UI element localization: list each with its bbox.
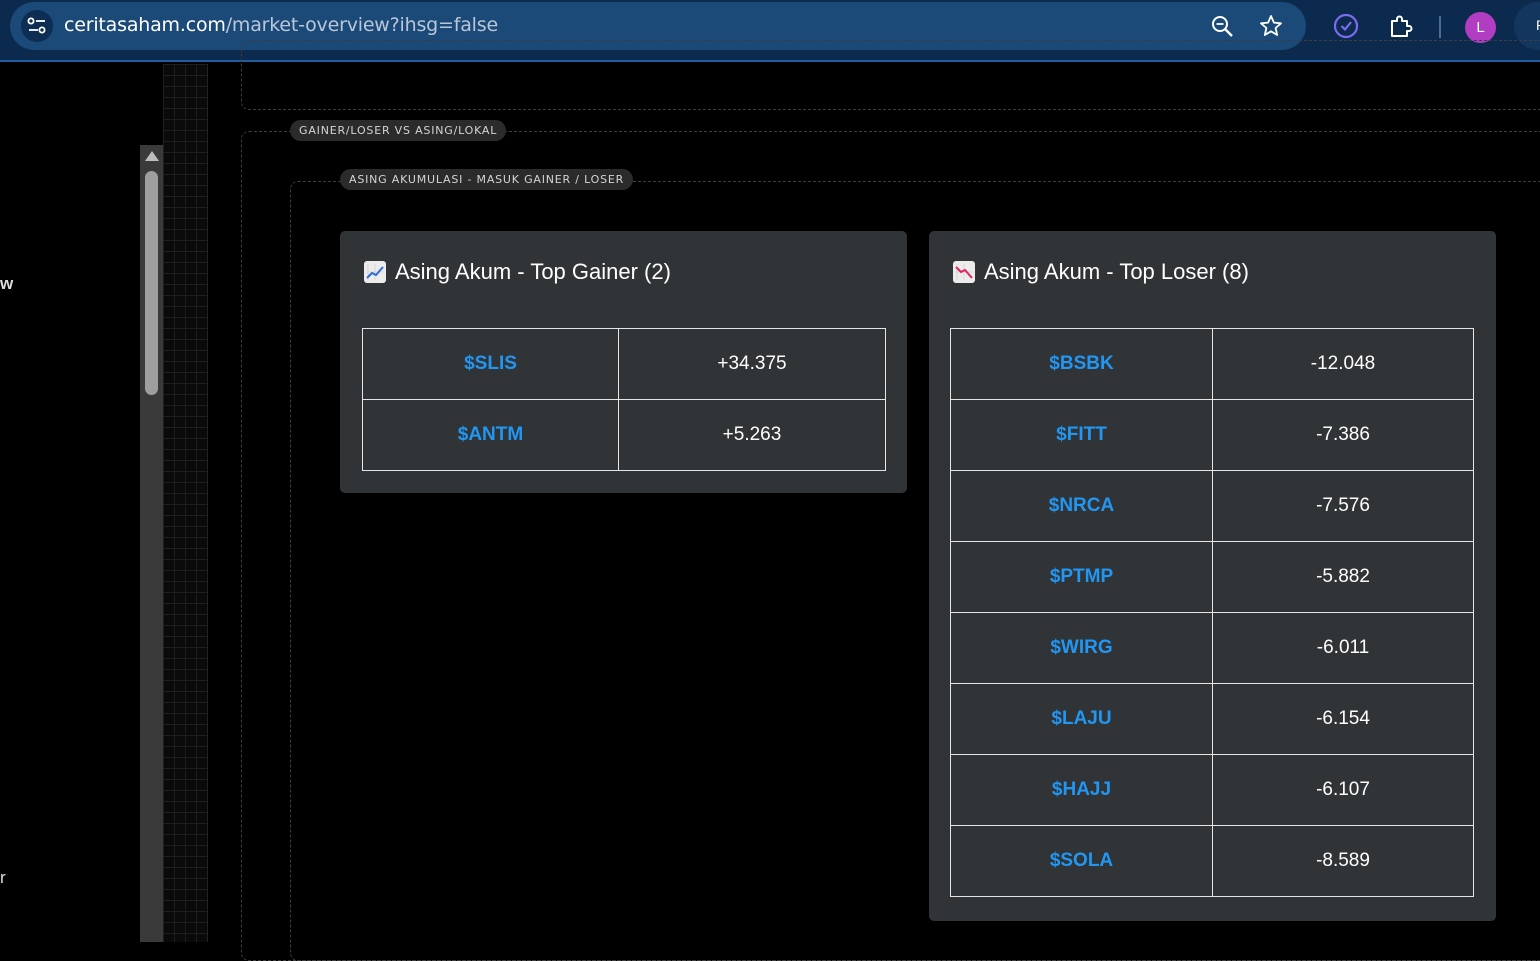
value-cell: -12.048	[1212, 328, 1474, 400]
card-title: Asing Akum - Top Gainer (2)	[364, 259, 671, 285]
toolbar-divider	[1439, 16, 1441, 38]
loser-table: $BSBK -12.048 $FITT -7.386 $NRCA -7.576 …	[950, 328, 1474, 897]
site-info-icon[interactable]	[21, 10, 53, 42]
bookmark-star-icon[interactable]	[1257, 12, 1285, 40]
value-cell: -6.154	[1212, 683, 1474, 755]
scroll-thumb[interactable]	[145, 171, 158, 395]
previous-section-box	[241, 40, 1540, 110]
ticker-link[interactable]: $FITT	[950, 399, 1213, 471]
url-text[interactable]: ceritasaham.com/market-overview?ihsg=fal…	[64, 14, 498, 36]
table-row: $HAJJ -6.107	[950, 754, 1474, 826]
scroll-up-arrow-icon[interactable]	[145, 151, 159, 161]
profile-avatar[interactable]: L	[1465, 12, 1496, 43]
grid-background	[163, 64, 208, 942]
section-label-gainer-loser: GAINER/LOSER VS ASING/LOKAL	[290, 120, 507, 141]
value-cell: -8.589	[1212, 825, 1474, 897]
value-cell: -5.882	[1212, 541, 1474, 613]
sidebar-scrollbar[interactable]	[140, 145, 163, 942]
ticker-link[interactable]: $LAJU	[950, 683, 1213, 755]
ticker-link[interactable]: $NRCA	[950, 470, 1213, 542]
value-cell: -7.576	[1212, 470, 1474, 542]
ticker-link[interactable]: $SOLA	[950, 825, 1213, 897]
table-row: $SLIS +34.375	[362, 328, 886, 400]
url-path: /market-overview?ihsg=false	[225, 14, 498, 36]
extension-clock-icon[interactable]	[1330, 10, 1362, 42]
top-gainer-card: Asing Akum - Top Gainer (2) $SLIS +34.37…	[340, 231, 907, 493]
table-row: $NRCA -7.576	[950, 470, 1474, 542]
sidebar-text-fragment[interactable]: w	[0, 274, 13, 294]
ticker-link[interactable]: $ANTM	[362, 399, 619, 471]
value-cell: +5.263	[618, 399, 886, 471]
section-label-asing-akumulasi: ASING AKUMULASI - MASUK GAINER / LOSER	[340, 169, 634, 190]
chart-increasing-icon	[364, 261, 386, 283]
table-row: $ANTM +5.263	[362, 399, 886, 471]
value-cell: -7.386	[1212, 399, 1474, 471]
top-loser-card: Asing Akum - Top Loser (8) $BSBK -12.048…	[929, 231, 1496, 921]
gainer-title-text: Asing Akum - Top Gainer (2)	[395, 259, 671, 284]
ticker-link[interactable]: $HAJJ	[950, 754, 1213, 826]
value-cell: -6.107	[1212, 754, 1474, 826]
extensions-puzzle-icon[interactable]	[1385, 10, 1417, 42]
ticker-link[interactable]: $PTMP	[950, 541, 1213, 613]
table-row: $WIRG -6.011	[950, 612, 1474, 684]
table-row: $BSBK -12.048	[950, 328, 1474, 400]
ticker-link[interactable]: $SLIS	[362, 328, 619, 400]
zoom-icon[interactable]	[1208, 12, 1236, 40]
table-row: $LAJU -6.154	[950, 683, 1474, 755]
loser-title-text: Asing Akum - Top Loser (8)	[984, 259, 1249, 284]
value-cell: +34.375	[618, 328, 886, 400]
ticker-link[interactable]: $BSBK	[950, 328, 1213, 400]
sidebar-text-fragment[interactable]: r	[0, 868, 6, 888]
url-host: ceritasaham.com	[64, 14, 226, 36]
card-title: Asing Akum - Top Loser (8)	[953, 259, 1249, 285]
table-row: $SOLA -8.589	[950, 825, 1474, 897]
table-row: $PTMP -5.882	[950, 541, 1474, 613]
chart-decreasing-icon	[953, 261, 975, 283]
table-row: $FITT -7.386	[950, 399, 1474, 471]
value-cell: -6.011	[1212, 612, 1474, 684]
ticker-link[interactable]: $WIRG	[950, 612, 1213, 684]
sidebar: w r	[0, 64, 140, 942]
gainer-table: $SLIS +34.375 $ANTM +5.263	[362, 328, 886, 471]
